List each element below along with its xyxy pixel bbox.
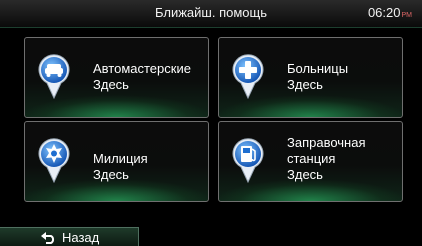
- plus-icon: [232, 54, 264, 99]
- screen: Ближайш. помощь 06:20PM Автомастерские З…: [0, 0, 422, 246]
- back-button[interactable]: Назад: [0, 227, 139, 246]
- car-icon: [38, 54, 70, 99]
- clock: 06:20PM: [368, 5, 412, 20]
- back-arrow-icon: [41, 232, 55, 244]
- header-divider: [0, 27, 422, 28]
- tile-car-service[interactable]: Автомастерские Здесь: [24, 37, 209, 118]
- tile-gas-station[interactable]: Заправочная станция Здесь: [218, 121, 403, 202]
- tile-police-subtitle: Здесь: [93, 167, 129, 182]
- header-bar: Ближайш. помощь 06:20PM: [0, 0, 422, 28]
- clock-ampm: PM: [401, 12, 413, 19]
- tile-hospitals-subtitle: Здесь: [287, 77, 323, 92]
- tile-hospitals-title: Больницы: [287, 61, 349, 76]
- page-title: Ближайш. помощь: [155, 5, 267, 20]
- tile-police-title: Милиция: [93, 151, 148, 166]
- tile-gas-station-subtitle: Здесь: [287, 167, 323, 182]
- tile-car-service-title: Автомастерские: [93, 61, 191, 76]
- fuel-pump-icon: [232, 138, 264, 183]
- tile-police[interactable]: Милиция Здесь: [24, 121, 209, 202]
- tile-hospitals[interactable]: Больницы Здесь: [218, 37, 403, 118]
- back-button-label: Назад: [62, 230, 100, 245]
- tile-car-service-subtitle: Здесь: [93, 77, 129, 92]
- tile-gas-station-title: Заправочная: [287, 135, 366, 150]
- police-badge-icon: [38, 138, 70, 183]
- tile-gas-station-title-2: станция: [287, 151, 336, 166]
- clock-time: 06:20: [367, 5, 401, 20]
